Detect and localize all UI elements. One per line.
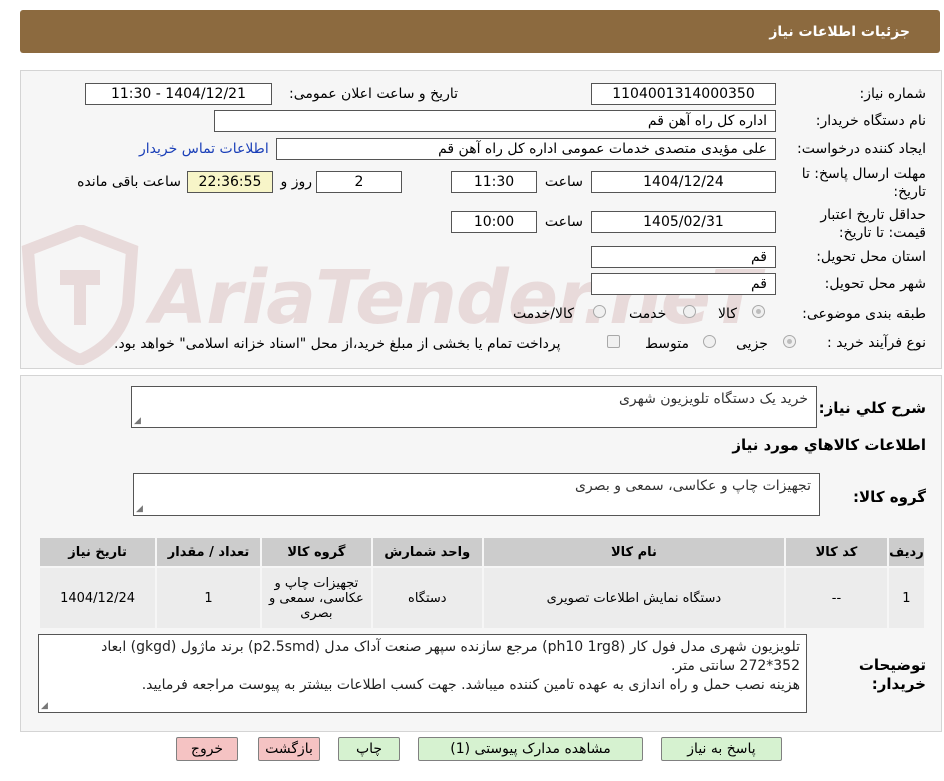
need-number-label: شماره نیاز: <box>859 86 927 102</box>
table-header-row: ردیف کد کالا نام کالا واحد شمارش گروه کا… <box>40 538 924 566</box>
remaining-time-label: ساعت باقی مانده <box>77 174 181 190</box>
resize-grip-icon[interactable]: ◢ <box>134 417 142 426</box>
cell-row-num: 1 <box>888 568 924 628</box>
page-title: جزئیات اطلاعات نیاز <box>769 24 910 40</box>
goods-group-text: تجهیزات چاپ و عکاسی، سمعی و بصری <box>575 478 811 494</box>
goods-group-textarea: تجهیزات چاپ و عکاسی، سمعی و بصری ◢ <box>133 473 820 516</box>
deadline-label-line1: مهلت ارسال پاسخ: تا <box>801 166 926 182</box>
col-header-unit: واحد شمارش <box>372 538 482 566</box>
buyer-notes-textarea: تلویزیون شهری مدل فول کار (ph10 1rg8) مر… <box>38 634 807 713</box>
category-radio-service[interactable] <box>683 305 696 318</box>
need-number-field: 1104001314000350 <box>591 83 776 105</box>
treasury-bonds-note: پرداخت تمام یا بخشی از مبلغ خرید،از محل … <box>114 336 561 352</box>
announce-datetime-field: 1404/12/21 - 11:30 <box>85 83 272 105</box>
category-option-goods-service: کالا/خدمت <box>513 306 574 322</box>
col-header-need-date: تاریخ نیاز <box>40 538 156 566</box>
goods-group-label: گروه کالا: <box>853 488 926 506</box>
delivery-province-field: قم <box>591 246 776 268</box>
goods-table: ردیف کد کالا نام کالا واحد شمارش گروه کا… <box>38 536 926 630</box>
delivery-city-label: شهر محل تحویل: <box>824 276 926 292</box>
cell-unit: دستگاه <box>372 568 482 628</box>
col-header-code: کد کالا <box>786 538 887 566</box>
buyer-notes-label-line2: خریدار: <box>871 675 926 693</box>
category-label: طبقه بندی موضوعی: <box>802 306 926 322</box>
deadline-time-field: 11:30 <box>451 171 537 193</box>
col-header-quantity: تعداد / مقدار <box>157 538 260 566</box>
category-radio-goods[interactable] <box>752 305 765 318</box>
price-validity-date-field: 1405/02/31 <box>591 211 776 233</box>
resize-grip-icon[interactable]: ◢ <box>41 702 49 711</box>
delivery-city-field: قم <box>591 273 776 295</box>
cell-need-date: 1404/12/24 <box>40 568 156 628</box>
summary-label: شرح کلي نياز: <box>818 399 926 417</box>
requester-field: علی مؤیدی متصدی خدمات عمومی اداره کل راه… <box>276 138 776 160</box>
buyer-org-field: اداره کل راه آهن قم <box>214 110 776 132</box>
cell-code: -- <box>786 568 887 628</box>
col-header-name: نام کالا <box>483 538 785 566</box>
exit-button[interactable]: خروج <box>176 737 238 761</box>
purchase-type-radio-medium[interactable] <box>703 335 716 348</box>
col-header-row-num: ردیف <box>888 538 924 566</box>
requester-label: ایجاد کننده درخواست: <box>797 141 926 157</box>
purchase-type-radio-minor[interactable] <box>783 335 796 348</box>
price-validity-time-label: ساعت <box>544 214 583 230</box>
buyer-notes-label-line1: توضیحات <box>858 656 926 674</box>
buyer-notes-line: تلویزیون شهری مدل فول کار (ph10 1rg8) مر… <box>101 639 800 655</box>
remaining-time-field: 22:36:55 <box>187 171 273 193</box>
purchase-type-option-medium: متوسط <box>645 336 689 352</box>
col-header-group: گروه کالا <box>261 538 371 566</box>
category-option-goods: کالا <box>718 306 737 322</box>
summary-text: خرید یک دستگاه تلویزیون شهری <box>618 391 808 407</box>
cell-group: تجهیزات چاپ و عکاسی، سمعی و بصری <box>261 568 371 628</box>
deadline-days-label: روز و <box>280 174 313 190</box>
deadline-days-field: 2 <box>316 171 402 193</box>
cell-name: دستگاه نمایش اطلاعات تصویری <box>483 568 785 628</box>
purchase-type-label: نوع فرآیند خرید : <box>827 335 926 351</box>
page-header: جزئیات اطلاعات نیاز <box>20 10 940 53</box>
resize-grip-icon[interactable]: ◢ <box>136 505 144 514</box>
purchase-type-option-minor: جزیی <box>736 336 768 352</box>
deadline-date-field: 1404/12/24 <box>591 171 776 193</box>
reply-button[interactable]: پاسخ به نیاز <box>661 737 782 761</box>
buyer-org-label: نام دستگاه خریدار: <box>815 113 926 129</box>
category-radio-goods-service[interactable] <box>593 305 606 318</box>
price-validity-label-line1: حداقل تاریخ اعتبار <box>820 207 926 223</box>
delivery-province-label: استان محل تحویل: <box>816 249 926 265</box>
category-option-service: خدمت <box>629 306 667 322</box>
price-validity-time-field: 10:00 <box>451 211 537 233</box>
cell-quantity: 1 <box>157 568 260 628</box>
summary-textarea: خرید یک دستگاه تلویزیون شهری ◢ <box>131 386 817 428</box>
view-attachments-button[interactable]: مشاهده مدارک پیوستی (1) <box>418 737 643 761</box>
treasury-bonds-checkbox[interactable] <box>607 335 620 348</box>
announce-datetime-label: تاریخ و ساعت اعلان عمومی: <box>289 86 458 102</box>
deadline-label-line2: تاریخ: <box>893 184 926 200</box>
back-button[interactable]: بازگشت <box>258 737 320 761</box>
table-row: 1 -- دستگاه نمایش اطلاعات تصویری دستگاه … <box>40 568 924 628</box>
goods-section-title: اطلاعات کالاهاي مورد نياز <box>732 436 926 454</box>
deadline-time-label: ساعت <box>544 174 583 190</box>
buyer-notes-line: 352*272 سانتی متر. <box>670 658 800 674</box>
price-validity-label-line2: قیمت: تا تاریخ: <box>838 225 926 241</box>
buyer-notes-line: هزینه نصب حمل و راه اندازی به عهده تامین… <box>141 677 800 693</box>
print-button[interactable]: چاپ <box>338 737 400 761</box>
buyer-contact-link[interactable]: اطلاعات تماس خریدار <box>139 141 269 157</box>
